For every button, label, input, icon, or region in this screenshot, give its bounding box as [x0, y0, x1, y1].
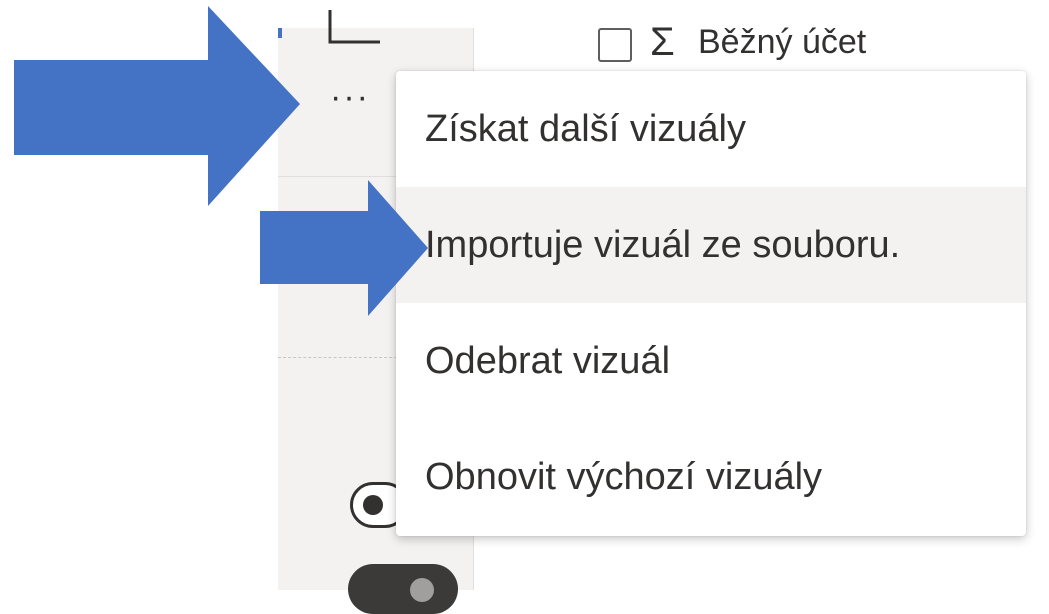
more-options-button[interactable]: ···: [330, 80, 390, 120]
toggle-knob: [363, 495, 383, 515]
menu-item-import-visual[interactable]: Importuje vizuál ze souboru.: [396, 187, 1026, 303]
sigma-icon: Σ: [650, 20, 675, 64]
context-menu: Získat další vizuály Importuje vizuál ze…: [396, 71, 1026, 536]
menu-item-label: Importuje vizuál ze souboru.: [425, 224, 901, 266]
right-arrow-icon: [260, 180, 428, 316]
menu-item-restore-default-visuals[interactable]: Obnovit výchozí vizuály: [396, 419, 1026, 535]
menu-item-label: Obnovit výchozí vizuály: [425, 456, 823, 498]
menu-item-label: Získat další vizuály: [425, 108, 746, 150]
menu-item-label: Odebrat vizuál: [425, 340, 671, 382]
menu-item-get-more-visuals[interactable]: Získat další vizuály: [396, 71, 1026, 187]
menu-item-remove-visual[interactable]: Odebrat vizuál: [396, 303, 1026, 419]
field-label: Běžný účet: [698, 23, 867, 61]
toggle-knob: [410, 578, 434, 602]
dark-toggle[interactable]: [348, 564, 458, 614]
field-checkbox[interactable]: [598, 28, 632, 62]
visual-type-icon[interactable]: [325, 8, 385, 48]
